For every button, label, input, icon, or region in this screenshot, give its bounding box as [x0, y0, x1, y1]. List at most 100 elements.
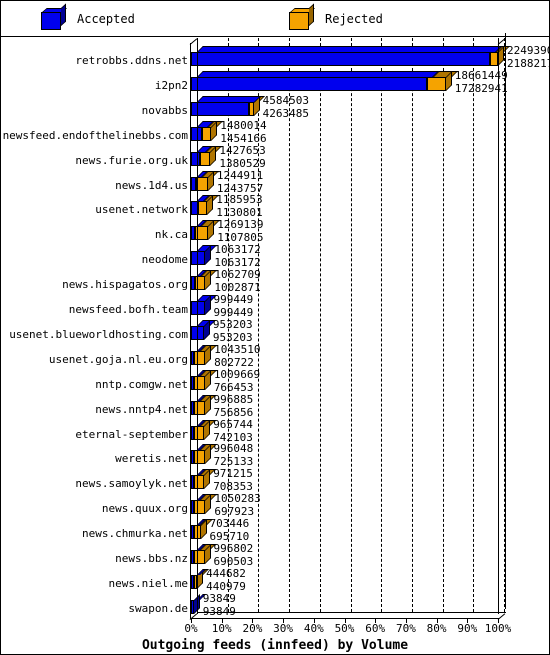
value-label-accepted: 1050283 [214, 492, 261, 506]
category-label: news.hispagatos.org [62, 278, 188, 292]
chart-legend: Accepted Rejected [1, 1, 549, 37]
bar-segment-rejected [196, 176, 208, 191]
bar-segment-accepted-top [197, 70, 439, 77]
value-label-rejected: 953203 [212, 330, 253, 344]
value-label-rejected: 1243757 [216, 181, 264, 195]
value-label-accepted: 996048 [213, 442, 254, 456]
bar-segment-rejected [426, 76, 446, 91]
value-label-accepted: 1480014 [220, 118, 267, 132]
x-axis-back [197, 612, 506, 613]
category-label: nntp.comgw.net [95, 377, 188, 391]
bar-segment-accepted-top [197, 95, 262, 102]
bar-segment-accepted [191, 151, 201, 166]
bar-segment-accepted [191, 350, 195, 365]
category-label: usenet.network [95, 203, 188, 217]
value-label-rejected: 1130801 [216, 206, 263, 220]
value-label-accepted: 4584503 [262, 93, 309, 107]
category-label: newsfeed.bofh.team [68, 303, 188, 316]
bar-segment-rejected [194, 425, 205, 440]
bar-group [191, 494, 218, 515]
bar-group [191, 270, 218, 291]
gridline [473, 38, 475, 612]
value-label-rejected: 802722 [214, 355, 254, 369]
bar-group [191, 46, 510, 66]
right-axis-back [505, 33, 506, 609]
value-label-rejected: 742103 [213, 430, 253, 444]
category-label: news.furie.org.uk [75, 153, 188, 167]
cube-front-face [41, 12, 61, 30]
value-label-accepted: 1244911 [216, 168, 264, 182]
bar-segment-accepted [191, 52, 490, 66]
value-label-accepted: 444682 [206, 566, 246, 580]
bar-segment-accepted [191, 76, 427, 91]
legend-item-accepted: Accepted [41, 1, 135, 37]
value-label-accepted: 22493906 [507, 44, 549, 57]
bar-segment-rejected [194, 550, 205, 564]
bar-segment-accepted-top [197, 46, 502, 52]
value-label-accepted: 996885 [213, 392, 254, 406]
category-label: news.1d4.us [115, 178, 188, 192]
bar-group [191, 593, 206, 614]
value-label-rejected: 440979 [206, 579, 246, 593]
bar-segment-accepted [191, 450, 194, 465]
bar-group [191, 519, 213, 540]
category-label: news.nntp4.net [95, 402, 188, 416]
bar-segment-accepted [191, 500, 194, 515]
value-label-accepted: 1063172 [214, 243, 261, 257]
cube-icon-accepted [41, 3, 67, 30]
value-label-rejected: 1380529 [219, 156, 266, 170]
category-label: i2pn2 [154, 78, 188, 92]
gridline [381, 38, 383, 612]
gridline [411, 38, 413, 612]
bar-segment-accepted [191, 425, 194, 440]
bar-segment-accepted [191, 176, 197, 191]
category-label: news.niel.me [108, 576, 188, 590]
value-label-accepted: 1185953 [216, 193, 263, 207]
value-label-accepted: 999449 [213, 293, 254, 306]
category-label: usenet.blueworldhosting.com [9, 327, 188, 341]
category-label: news.samoylyk.net [75, 477, 188, 491]
bar-group [191, 120, 224, 141]
bar-segment-rejected [194, 350, 206, 365]
value-label-accepted: 953203 [212, 317, 253, 331]
bar-segment-rejected-side [207, 195, 214, 216]
bar-segment-rejected [249, 101, 254, 116]
value-label-rejected: 999449 [213, 306, 254, 319]
value-label-rejected: 21882171 [507, 57, 549, 70]
bar-segment-rejected [194, 450, 205, 465]
value-label-accepted: 996802 [213, 542, 254, 555]
value-label-rejected: 1454166 [220, 131, 267, 145]
bar-group [191, 245, 218, 266]
y-axis-back [197, 38, 198, 614]
category-label: usenet.goja.nl.eu.org [48, 352, 188, 366]
bar-segment-accepted [191, 101, 250, 116]
category-label: eternal-september [75, 427, 188, 441]
bar-group [191, 344, 218, 365]
axis-corner-bottom-right [497, 613, 506, 620]
bar-group [191, 70, 458, 91]
bar-segment-accepted [191, 375, 195, 390]
value-label-accepted: 1062709 [214, 268, 261, 282]
y-axis-front [190, 43, 191, 619]
x-axis-title: Outgoing feeds (innfeed) by Volume [141, 638, 409, 653]
right-axis-front [498, 38, 499, 614]
bar-segment-accepted [191, 226, 195, 241]
category-label: swapon.de [128, 601, 188, 615]
cube-side-face [61, 3, 66, 26]
value-label-accepted: 1427653 [219, 143, 266, 157]
category-label: nk.ca [154, 228, 188, 242]
value-label-rejected: 756856 [213, 405, 254, 419]
value-label-accepted: 1009669 [213, 367, 261, 381]
legend-label-rejected: Rejected [325, 12, 383, 26]
value-label-accepted: 703446 [209, 517, 250, 531]
bar-segment-rejected-side [205, 494, 212, 515]
cube-icon-rejected [289, 3, 315, 30]
bar-segment-rejected-side [204, 469, 211, 490]
plot-area: retrobbs.ddns.net 2249390621882171 i2pn2 18… [1, 33, 549, 654]
cube-front-face [289, 12, 309, 30]
chart-page: Accepted Rejected retrobbs.ddns.net 22493… [0, 0, 550, 655]
value-label-accepted: 1269139 [217, 218, 264, 232]
value-label-rejected: 17282941 [454, 81, 508, 95]
bar-segment-rejected-side [208, 220, 215, 241]
value-label-accepted: 971215 [213, 467, 253, 481]
